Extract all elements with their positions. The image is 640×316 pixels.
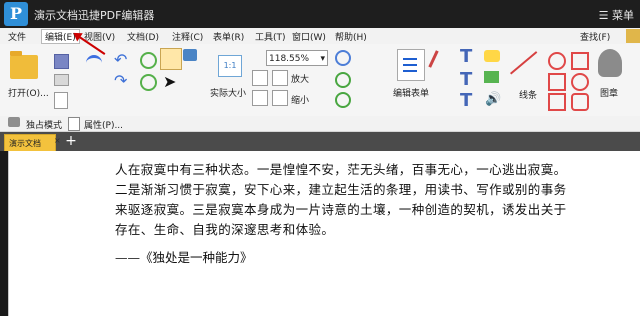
select-cursor-icon[interactable]: ➤ xyxy=(163,72,176,91)
paragraph-line: 二是渐渐习惯于寂寞，安下心来，建立起生活的条理，用读书、写作或别的事务 xyxy=(115,182,567,197)
redo-icon[interactable]: ↷ xyxy=(114,71,127,90)
save-icon[interactable] xyxy=(54,54,69,69)
polygon-shape-icon[interactable] xyxy=(571,52,589,70)
snapshot-icon[interactable] xyxy=(183,49,197,61)
export-icon[interactable] xyxy=(86,55,102,68)
form-edit-icon[interactable] xyxy=(397,49,425,81)
main-menu-button[interactable]: ☰ 菜单 xyxy=(599,7,634,23)
document-icon[interactable] xyxy=(54,92,68,109)
magnifier-icon[interactable] xyxy=(335,50,351,66)
line-tool-label[interactable]: 线条 xyxy=(519,88,537,101)
circle-shape-icon[interactable] xyxy=(571,73,589,91)
text-tool-icon[interactable]: T xyxy=(460,46,472,67)
back-icon[interactable] xyxy=(140,52,157,69)
actual-size-icon[interactable]: 1:1 xyxy=(218,55,242,77)
exclusive-mode-button[interactable]: 独占模式 xyxy=(26,118,62,131)
zoom-in-icon[interactable] xyxy=(272,70,288,86)
ellipse-shape-icon[interactable] xyxy=(548,52,566,70)
text-box-icon[interactable]: T xyxy=(460,69,472,90)
menu-document[interactable]: 文档(D) xyxy=(127,30,159,43)
forward-icon[interactable] xyxy=(140,74,157,91)
menu-bar: 文件 编辑(E) 视图(V) 文档(D) 注释(C) 表单(R) 工具(T) 窗… xyxy=(0,28,640,44)
stamp-icon[interactable] xyxy=(598,49,622,77)
window-title: 演示文档迅捷PDF编辑器 xyxy=(34,9,155,22)
menu-form[interactable]: 表单(R) xyxy=(213,30,244,43)
menu-comment[interactable]: 注释(C) xyxy=(172,30,203,43)
square-shape-icon[interactable] xyxy=(548,93,566,111)
rotate-left-icon[interactable] xyxy=(335,72,351,88)
paragraph-line: 来驱逐寂寞。三是寂寞本身成为一片诗意的土壤，一种创造的契机，诱发出关于 xyxy=(115,202,567,217)
zoom-in-label[interactable]: 放大 xyxy=(291,72,309,85)
stamp-label[interactable]: 图章 xyxy=(600,86,618,99)
hand-tool-icon[interactable] xyxy=(160,48,182,70)
paragraph-line: 存在、生命、自我的深邃思考和体验。 xyxy=(115,222,335,237)
fit-page-icon[interactable] xyxy=(252,70,268,86)
open-button-label[interactable]: 打开(O)... xyxy=(8,86,49,99)
menu-window[interactable]: 窗口(W) xyxy=(292,30,326,43)
form-edit-label[interactable]: 编辑表单 xyxy=(393,86,429,99)
attachment-icon[interactable] xyxy=(484,71,499,83)
find-button[interactable]: 查找(F) xyxy=(580,30,610,43)
print-icon[interactable] xyxy=(54,74,69,86)
actual-size-label[interactable]: 实际大小 xyxy=(210,86,246,99)
tab-close-icon[interactable]: × xyxy=(54,136,61,145)
document-tab-bar xyxy=(0,132,640,151)
undo-icon[interactable]: ↶ xyxy=(114,50,127,69)
rotate-right-icon[interactable] xyxy=(335,92,351,108)
fit-width-icon[interactable] xyxy=(252,90,268,106)
properties-button[interactable]: 属性(P)... xyxy=(84,118,123,131)
zoom-select[interactable]: 118.55% xyxy=(266,50,328,67)
text-edit-icon[interactable]: T xyxy=(460,90,472,111)
quote-source: ——《独处是一种能力》 xyxy=(115,250,253,265)
zoom-out-label[interactable]: 缩小 xyxy=(291,93,309,106)
top-right-tool-icon[interactable] xyxy=(626,29,640,43)
properties-icon[interactable] xyxy=(68,117,80,131)
paragraph-line: 人在寂寞中有三种状态。一是惶惶不安，茫无头绪，百事无心，一心逃出寂寞。 xyxy=(115,162,567,177)
new-tab-button[interactable]: + xyxy=(63,132,79,150)
menu-file[interactable]: 文件 xyxy=(8,30,26,43)
menu-help[interactable]: 帮助(H) xyxy=(335,30,367,43)
rectangle-shape-icon[interactable] xyxy=(548,73,566,91)
zoom-out-icon[interactable] xyxy=(272,90,288,106)
open-folder-icon[interactable] xyxy=(10,51,38,79)
menu-tools[interactable]: 工具(T) xyxy=(255,30,286,43)
comment-icon[interactable] xyxy=(484,50,500,62)
app-logo: P xyxy=(4,2,28,26)
document-text: 人在寂寞中有三种状态。一是惶惶不安，茫无头绪，百事无心，一心逃出寂寞。 二是渐渐… xyxy=(115,160,610,240)
title-bar: P 演示文档迅捷PDF编辑器 ☰ 菜单 xyxy=(0,0,640,28)
rounded-shape-icon[interactable] xyxy=(571,93,589,111)
tab-document[interactable]: 演示文档 xyxy=(4,134,56,151)
exclusive-mode-icon[interactable] xyxy=(8,117,20,127)
sound-icon[interactable]: 🔊 xyxy=(485,92,501,107)
